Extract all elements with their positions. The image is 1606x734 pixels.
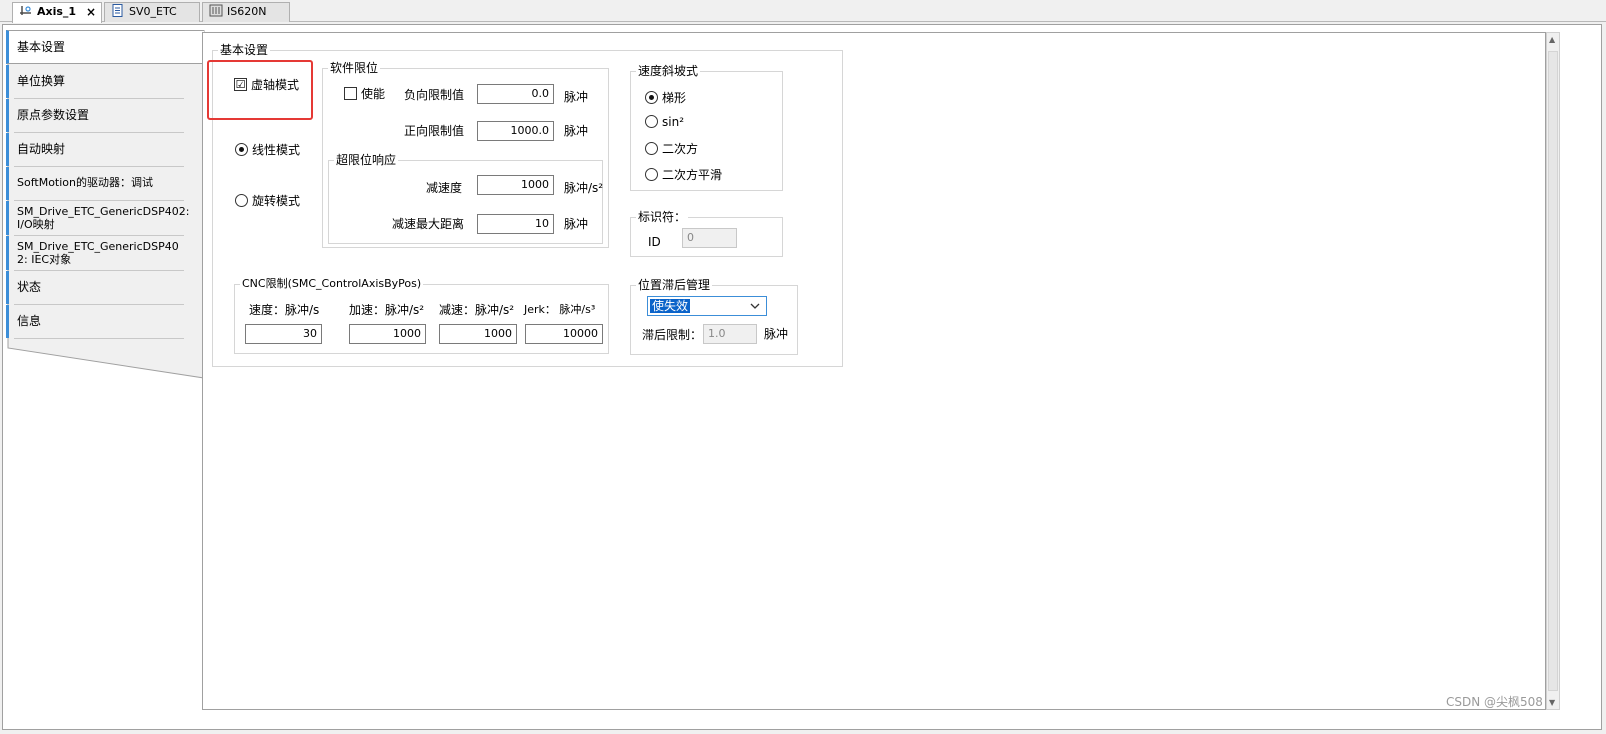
rotary-mode-radio[interactable] <box>235 194 248 207</box>
cnc-jerk-label: Jerk： 脉冲/s³ <box>524 303 596 316</box>
overrun-decel-label: 减速度 <box>426 181 463 195</box>
cnc-decel-input[interactable]: 1000 <box>439 324 517 344</box>
linear-mode-radio[interactable] <box>235 143 248 156</box>
nav-item-label: 状态 <box>17 280 42 294</box>
axis-icon <box>19 4 33 17</box>
ramp-quadratic-label: 二次方 <box>662 142 699 156</box>
scroll-up-icon[interactable]: ▲ <box>1549 35 1555 44</box>
document-icon <box>111 4 125 17</box>
rotary-mode-label: 旋转模式 <box>252 194 301 208</box>
lag-limit-label: 滞后限制： <box>642 328 703 342</box>
negative-limit-label: 负向限制值 <box>404 88 465 102</box>
positive-limit-input[interactable]: 1000.0 <box>477 121 554 141</box>
overrun-response-title: 超限位响应 <box>334 153 399 167</box>
negative-limit-input[interactable]: 0.0 <box>477 84 554 104</box>
nav-item-label: 原点参数设置 <box>17 108 90 122</box>
ramp-sin2-label: sin² <box>662 115 685 129</box>
nav-item-basic-settings[interactable]: 基本设置 <box>6 30 204 64</box>
overrun-decel-input[interactable]: 1000 <box>477 175 554 195</box>
nav-item-info[interactable]: 信息 <box>6 305 204 338</box>
cnc-speed-input[interactable]: 30 <box>245 324 322 344</box>
nav-item-label: SM_Drive_ETC_GenericDSP402: IEC对象 <box>17 240 179 266</box>
lag-mode-selected-value: 使失效 <box>650 299 691 313</box>
nav-item-unit-conversion[interactable]: 单位换算 <box>6 65 204 98</box>
vertical-scrollbar[interactable]: ▲ ▼ <box>1546 32 1560 710</box>
tab-sv0-etc[interactable]: SV0_ETC <box>104 2 200 22</box>
scrollbar-thumb[interactable] <box>1548 51 1558 691</box>
linear-mode-label: 线性模式 <box>252 143 301 157</box>
cnc-accel-label: 加速：脉冲/s² <box>349 303 425 317</box>
nav-item-label: 自动映射 <box>17 142 66 156</box>
cnc-limit-title: CNC限制(SMC_ControlAxisByPos) <box>240 277 424 291</box>
nav-item-home-params[interactable]: 原点参数设置 <box>6 99 204 132</box>
side-nav: 基本设置 单位换算 原点参数设置 自动映射 SoftMotion的驱动器：调试 … <box>6 30 206 380</box>
nav-item-iec-objects[interactable]: SM_Drive_ETC_GenericDSP402: IEC对象 <box>6 236 204 270</box>
ramp-quadratic-radio[interactable] <box>645 142 658 155</box>
max-decel-distance-input[interactable]: 10 <box>477 214 554 234</box>
tab-label: Axis_1 <box>37 5 77 18</box>
nav-item-label: 单位换算 <box>17 74 66 88</box>
software-limit-title: 软件限位 <box>328 61 381 75</box>
device-icon <box>209 4 223 17</box>
watermark-text: CSDN @尖枫508 <box>1446 695 1543 709</box>
nav-separator <box>14 338 184 339</box>
nav-item-label: SoftMotion的驱动器：调试 <box>17 176 153 189</box>
nav-item-label: 基本设置 <box>17 40 66 54</box>
cnc-jerk-input[interactable]: 10000 <box>525 324 603 344</box>
nav-item-softmotion-debug[interactable]: SoftMotion的驱动器：调试 <box>6 167 204 200</box>
close-icon[interactable]: × <box>86 3 96 21</box>
identifier-id-input[interactable]: 0 <box>682 228 737 248</box>
tab-label: IS620N <box>227 5 267 18</box>
overrun-response-group <box>328 160 603 244</box>
limit-enable-label: 使能 <box>361 87 386 101</box>
tab-is620n[interactable]: IS620N <box>202 2 290 22</box>
nav-item-status[interactable]: 状态 <box>6 271 204 304</box>
ramp-trapezoid-radio[interactable] <box>645 91 658 104</box>
lag-limit-unit: 脉冲 <box>764 327 789 341</box>
nav-item-label: 信息 <box>17 314 42 328</box>
ramp-quadratic-smooth-label: 二次方平滑 <box>662 168 723 182</box>
scroll-down-icon[interactable]: ▼ <box>1549 698 1555 707</box>
positive-limit-label: 正向限制值 <box>404 124 465 138</box>
ramp-quadratic-smooth-radio[interactable] <box>645 168 658 181</box>
max-decel-distance-unit: 脉冲 <box>564 217 589 231</box>
chevron-down-icon[interactable] <box>750 298 760 317</box>
max-decel-distance-label: 减速最大距离 <box>392 217 465 231</box>
ramp-sin2-radio[interactable] <box>645 115 658 128</box>
tab-axis-1[interactable]: Axis_1 × <box>12 2 102 23</box>
virtual-axis-label: 虚轴模式 <box>251 78 300 92</box>
position-lag-title: 位置滞后管理 <box>636 278 713 292</box>
velocity-ramp-title: 速度斜坡式 <box>636 64 701 78</box>
nav-item-auto-mapping[interactable]: 自动映射 <box>6 133 204 166</box>
lag-limit-input[interactable]: 1.0 <box>703 324 757 344</box>
negative-limit-unit: 脉冲 <box>564 90 589 104</box>
lag-mode-select[interactable]: 使失效 <box>647 296 767 316</box>
virtual-axis-checkbox[interactable]: ☑ <box>234 78 247 91</box>
identifier-id-label: ID <box>648 235 661 249</box>
cnc-accel-input[interactable]: 1000 <box>349 324 426 344</box>
identifier-title: 标识符： <box>636 210 689 224</box>
cnc-decel-label: 减速：脉冲/s² <box>439 303 515 317</box>
ramp-trapezoid-label: 梯形 <box>662 91 687 105</box>
cnc-speed-label: 速度：脉冲/s <box>249 303 320 317</box>
overrun-decel-unit: 脉冲/s² <box>564 181 604 195</box>
positive-limit-unit: 脉冲 <box>564 124 589 138</box>
nav-item-label: SM_Drive_ETC_GenericDSP402: I/O映射 <box>17 205 190 231</box>
nav-item-io-mapping[interactable]: SM_Drive_ETC_GenericDSP402: I/O映射 <box>6 201 204 235</box>
tab-label: SV0_ETC <box>129 5 177 18</box>
limit-enable-checkbox[interactable] <box>344 87 357 100</box>
basic-settings-title: 基本设置 <box>218 43 271 57</box>
